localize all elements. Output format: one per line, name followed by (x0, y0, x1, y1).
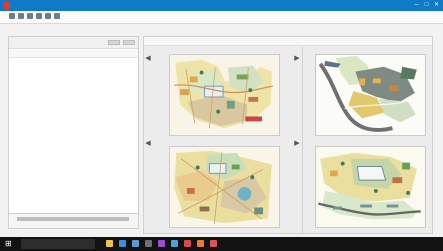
panel-title (13, 39, 51, 45)
column-header[interactable] (75, 52, 99, 56)
system-tray[interactable] (384, 240, 434, 248)
toolbar-icon[interactable] (54, 13, 60, 19)
search-box[interactable] (21, 239, 95, 249)
panel-control[interactable] (108, 40, 120, 45)
taskbar: ⊞ (0, 237, 443, 251)
toolbar-icon[interactable] (36, 13, 42, 19)
minimize-button[interactable]: ─ (413, 2, 420, 9)
store-icon[interactable] (145, 240, 152, 247)
toolbar-icon[interactable] (45, 13, 51, 19)
app-icon[interactable] (158, 240, 165, 247)
window-title (200, 2, 243, 9)
map-page-2[interactable] (315, 54, 426, 136)
app-icon[interactable] (210, 240, 217, 247)
toolbar-icon[interactable] (27, 13, 33, 19)
column-header[interactable] (39, 52, 63, 56)
toolbar-icon[interactable] (18, 13, 24, 19)
app-icon (3, 2, 10, 9)
close-button[interactable]: ✕ (433, 2, 440, 9)
start-icon[interactable]: ⊞ (5, 240, 13, 248)
viewer-tabbar (144, 37, 432, 46)
panel-control[interactable] (123, 40, 135, 45)
document-viewer: ◀ ◀ ▶ ▶ (143, 36, 433, 234)
next-page-button[interactable]: ▶ (293, 55, 301, 63)
map-page-1[interactable] (169, 54, 280, 136)
status-text (17, 224, 57, 228)
previous-page-button[interactable]: ◀ (144, 55, 152, 63)
campus-map-image (170, 55, 279, 135)
campus-map-image (170, 147, 279, 227)
horizontal-scrollbar[interactable] (17, 217, 129, 221)
file-list[interactable] (9, 59, 138, 217)
panel-header (9, 37, 138, 49)
app-icon[interactable] (197, 240, 204, 247)
file-explorer-icon[interactable] (106, 240, 113, 247)
file-list-panel (8, 36, 139, 218)
browser-icon[interactable] (119, 240, 126, 247)
next-page-button[interactable]: ▶ (293, 140, 301, 148)
viewer-tab[interactable] (149, 39, 197, 45)
list-header (9, 50, 138, 58)
window-titlebar: ─ □ ✕ (0, 0, 443, 11)
maximize-button[interactable]: □ (423, 2, 430, 9)
app-icon[interactable] (171, 240, 178, 247)
map-page-4[interactable] (315, 146, 426, 228)
column-header[interactable] (13, 52, 33, 56)
previous-page-button[interactable]: ◀ (144, 140, 152, 148)
page-divider (302, 47, 303, 233)
map-page-3[interactable] (169, 146, 280, 228)
app-icon[interactable] (184, 240, 191, 247)
toolbar-icon[interactable] (9, 13, 15, 19)
campus-map-image (316, 147, 425, 227)
mail-icon[interactable] (132, 240, 139, 247)
toolbar (0, 11, 443, 24)
left-footer (8, 213, 139, 229)
campus-map-image (316, 55, 425, 135)
